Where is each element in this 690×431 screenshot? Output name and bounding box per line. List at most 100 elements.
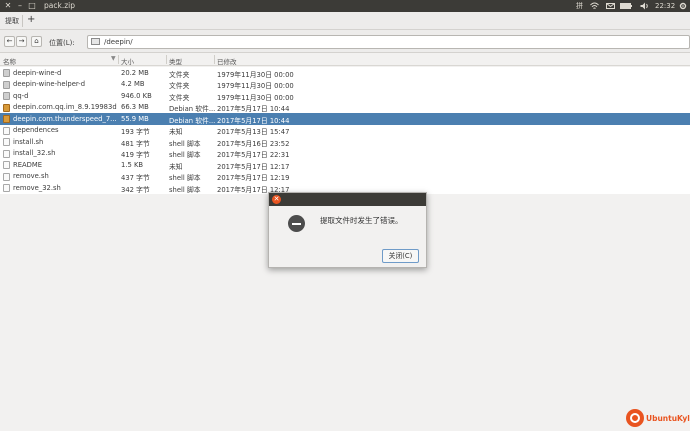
file-type: Debian 软件... [169,105,215,113]
column-modified[interactable]: 已修改 [217,56,237,66]
file-list: deepin-wine-d 20.2 MB 文件夹 1979年11月30日 00:00… [0,67,690,194]
file-size: 55.9 MB [121,114,149,123]
file-icon [3,149,10,158]
battery-icon[interactable] [620,3,632,9]
clock[interactable]: 22:32 [655,1,675,11]
file-row[interactable]: install.sh 481 字节 shell 脚本 2017年5月16日 23:52 [0,136,690,148]
file-row[interactable]: deepin.com.qq.im_8.9.19983d... 66.3 MB Deb… [0,101,690,113]
file-row[interactable]: deepin-wine-helper-d 4.2 MB 文件夹 1979年11月30日… [0,78,690,90]
file-name: README [13,160,43,169]
file-name: remove.sh [13,172,49,180]
volume-icon[interactable] [640,2,649,10]
file-size: 1.5 KB [121,160,144,169]
file-type: 文件夹 [169,93,190,102]
file-row[interactable]: install_32.sh 419 字节 shell 脚本 2017年5月17日 22… [0,147,690,159]
file-modified: 2017年5月17日 22:31 [217,151,290,159]
location-bar: ← → ⌂ 位置(L): /deepin/ [0,30,690,53]
file-name: deepin-wine-helper-d [13,80,86,88]
forward-button[interactable]: → [16,36,27,47]
column-divider [118,55,119,64]
wifi-icon[interactable] [590,2,599,10]
file-modified: 2017年5月13日 15:47 [217,128,290,136]
file-name: install_32.sh [13,149,56,157]
file-icon [3,126,10,135]
file-size: 481 字节 [121,139,150,148]
file-type: 文件夹 [169,82,190,90]
file-name: dependences [13,126,59,134]
file-type: shell 脚本 [169,174,201,182]
folder-icon [3,80,10,89]
file-modified: 2017年5月17日 12:17 [217,162,290,171]
file-name: deepin.com.qq.im_8.9.19983d... [13,103,117,111]
file-size: 946.0 KB [121,91,152,100]
dialog-titlebar: ✕ [269,193,426,206]
add-files-button[interactable]: + [27,14,35,25]
folder-icon [91,38,100,45]
error-icon [288,215,305,232]
file-row[interactable]: remove.sh 437 字节 shell 脚本 2017年5月17日 12:19 [0,170,690,182]
file-size: 437 字节 [121,174,150,182]
file-name: deepin-wine-d [13,68,62,77]
minimize-icon[interactable]: – [15,1,25,11]
input-method-indicator[interactable]: 拼 [576,1,583,11]
close-icon[interactable]: ✕ [272,195,281,204]
extract-button[interactable]: 提取 [5,16,19,26]
file-modified: 2017年5月17日 12:19 [217,174,290,182]
file-icon [3,161,10,169]
file-type: 文件夹 [169,70,190,79]
mail-icon[interactable] [606,3,615,9]
file-size: 4.2 MB [121,80,145,88]
file-name: install.sh [13,137,44,146]
error-dialog: ✕ 提取文件时发生了错误。 关闭(C) [268,192,427,268]
column-name[interactable]: 名称 [3,56,16,66]
sort-down-icon: ▼ [111,55,116,62]
file-icon [3,138,10,146]
brand-name: UbuntuKylin [646,414,690,423]
toolbar: 提取 + [0,12,690,30]
close-icon[interactable]: ✕ [3,1,13,11]
maximize-icon[interactable]: □ [27,1,37,11]
file-size: 193 字节 [121,128,150,136]
package-icon [3,103,10,112]
close-button[interactable]: 关闭(C) [382,249,419,263]
file-row[interactable]: deepin-wine-d 20.2 MB 文件夹 1979年11月30日 00:00 [0,67,690,79]
file-type: shell 脚本 [169,139,201,148]
folder-icon [3,69,10,77]
file-icon [3,184,10,192]
home-button[interactable]: ⌂ [31,36,42,47]
file-size: 20.2 MB [121,68,149,77]
file-size: 342 字节 [121,185,150,194]
column-header: 名称 ▼ 大小 类型 已修改 [0,53,690,66]
column-divider [166,55,167,64]
file-modified: 1979年11月30日 00:00 [217,93,294,102]
top-panel: ✕ – □ pack.zip 拼 22:32 [0,0,690,12]
column-size[interactable]: 大小 [121,56,134,66]
file-modified: 2017年5月17日 10:44 [217,116,290,125]
ubuntukylin-logo-icon [626,409,644,427]
file-type: shell 脚本 [169,151,201,159]
window-title: pack.zip [44,1,75,10]
location-input[interactable]: /deepin/ [87,35,690,49]
dialog-message: 提取文件时发生了错误。 [320,216,403,225]
toolbar-divider [22,15,23,27]
file-row[interactable]: qq-d 946.0 KB 文件夹 1979年11月30日 00:00 [0,90,690,102]
file-name: remove_32.sh [13,183,61,192]
file-row-selected[interactable]: deepin.com.thunderspeed_7.... 55.9 MB Debi… [0,113,690,125]
file-name: deepin.com.thunderspeed_7.... [13,114,117,123]
file-type: Debian 软件... [169,116,215,125]
file-modified: 1979年11月30日 00:00 [217,82,294,90]
file-row[interactable]: README 1.5 KB 未知 2017年5月17日 12:17 [0,159,690,171]
file-icon [3,172,10,181]
column-type[interactable]: 类型 [169,56,182,66]
file-row[interactable]: dependences 193 字节 未知 2017年5月13日 15:47 [0,124,690,136]
gear-icon[interactable] [679,2,687,10]
file-modified: 1979年11月30日 00:00 [217,70,294,79]
file-type: shell 脚本 [169,185,201,194]
file-name: qq-d [13,91,29,100]
file-modified: 2017年5月16日 23:52 [217,139,290,148]
folder-icon [3,92,10,100]
file-size: 419 字节 [121,151,150,159]
back-button[interactable]: ← [4,36,15,47]
location-path[interactable]: /deepin/ [104,38,133,46]
file-type: 未知 [169,162,183,171]
